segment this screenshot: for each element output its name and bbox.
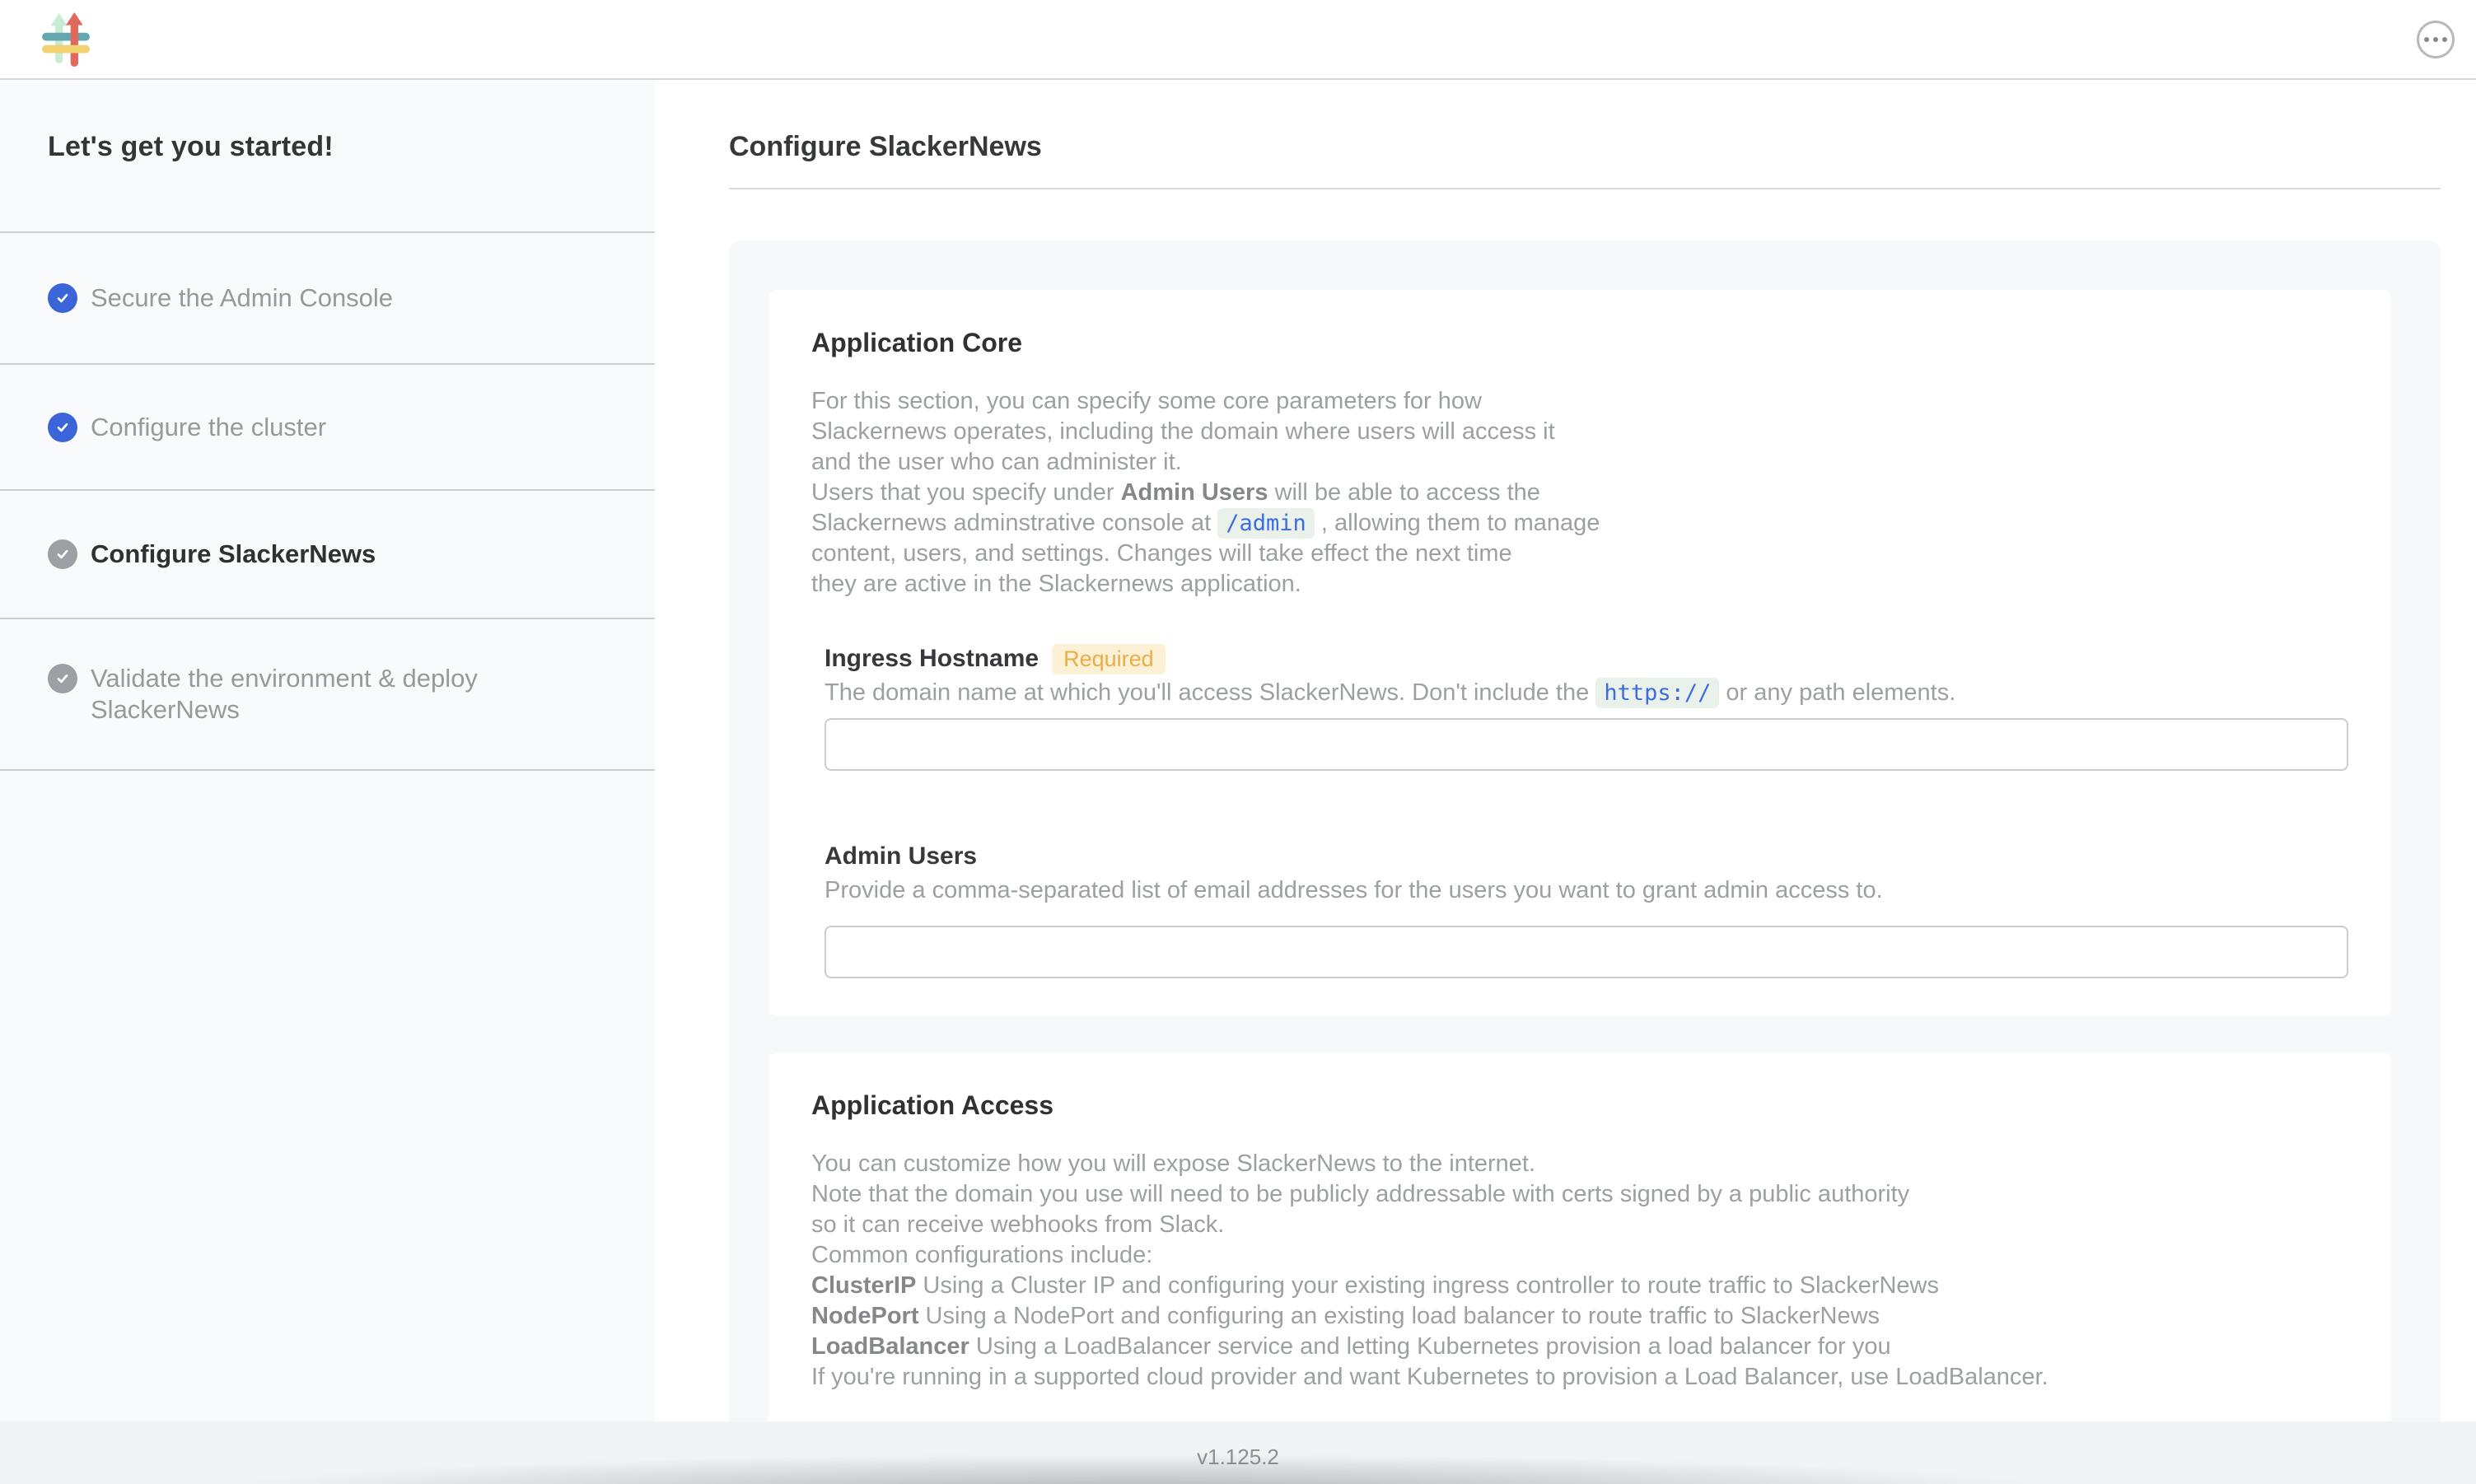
ingress-hostname-input[interactable] bbox=[825, 718, 2348, 771]
text-segment: The domain name at which you'll access S… bbox=[825, 679, 1595, 706]
ellipsis-icon bbox=[2442, 37, 2447, 42]
text-segment: Slackernews adminstrative console at bbox=[811, 510, 1217, 536]
admin-users-label: Admin Users bbox=[825, 842, 977, 870]
application-core-card: Application Core For this section, you c… bbox=[768, 290, 2391, 1016]
step-pending-check-icon bbox=[48, 664, 77, 693]
text-segment: NodePort bbox=[811, 1303, 919, 1329]
admin-users-input[interactable] bbox=[825, 926, 2348, 978]
text-segment: or any path elements. bbox=[1719, 679, 1955, 706]
text-segment: so it can receive webhooks from Slack. bbox=[811, 1211, 1224, 1238]
ingress-hostname-field-group: Ingress Hostname Required The domain nam… bbox=[825, 642, 2348, 771]
ellipsis-icon bbox=[2433, 37, 2438, 42]
text-segment: Common configurations include: bbox=[811, 1242, 1152, 1268]
text-segment: If you're running in a supported cloud p… bbox=[811, 1364, 2049, 1390]
step-complete-check-icon bbox=[48, 283, 77, 313]
text-segment: and the user who can administer it. bbox=[811, 449, 1182, 475]
step-label: Configure SlackerNews bbox=[91, 539, 376, 570]
app-window: Let's get you started! Secure the Admin … bbox=[0, 0, 2476, 1484]
step-complete-check-icon bbox=[48, 413, 77, 442]
text-segment: LoadBalancer bbox=[811, 1333, 969, 1360]
page-title: Configure SlackerNews bbox=[729, 131, 2441, 163]
sidebar-step-configure-cluster[interactable]: Configure the cluster bbox=[0, 363, 655, 489]
card-title: Application Core bbox=[811, 328, 2348, 358]
card-description: You can customize how you will expose Sl… bbox=[811, 1149, 2348, 1393]
text-segment: Using a LoadBalancer service and letting… bbox=[969, 1333, 1891, 1360]
top-navbar bbox=[0, 0, 2476, 80]
card-title: Application Access bbox=[811, 1090, 2348, 1121]
text-segment: Admin Users bbox=[1121, 479, 1268, 506]
main-content: Configure SlackerNews Application Core F… bbox=[655, 80, 2476, 1484]
card-description: For this section, you can specify some c… bbox=[811, 386, 2348, 600]
admin-users-help: Provide a comma-separated list of email … bbox=[825, 875, 2348, 906]
sidebar-step-configure-slackernews[interactable]: Configure SlackerNews bbox=[0, 489, 655, 618]
step-label: Configure the cluster bbox=[91, 412, 326, 443]
ingress-hostname-help: The domain name at which you'll access S… bbox=[825, 678, 2348, 708]
sidebar-step-secure-admin-console[interactable]: Secure the Admin Console bbox=[0, 231, 655, 363]
text-segment: Slackernews operates, including the doma… bbox=[811, 418, 1555, 445]
ingress-hostname-label: Ingress Hostname bbox=[825, 645, 1039, 673]
admin-users-field-group: Admin Users Provide a comma-separated li… bbox=[825, 840, 2348, 978]
application-access-card: Application Access You can customize how… bbox=[768, 1052, 2391, 1430]
text-segment: Provide a comma-separated list of email … bbox=[825, 877, 1883, 903]
inline-code-chip: /admin bbox=[1217, 508, 1315, 539]
slackernews-logo-icon bbox=[40, 12, 91, 67]
required-badge: Required bbox=[1052, 644, 1166, 674]
config-panel: Application Core For this section, you c… bbox=[729, 240, 2441, 1484]
setup-steps-sidebar: Let's get you started! Secure the Admin … bbox=[0, 80, 655, 1484]
text-segment: content, users, and settings. Changes wi… bbox=[811, 540, 1512, 567]
text-segment: Users that you specify under bbox=[811, 479, 1121, 506]
text-segment: For this section, you can specify some c… bbox=[811, 388, 1482, 414]
text-segment: will be able to access the bbox=[1268, 479, 1539, 506]
ellipsis-icon bbox=[2424, 37, 2429, 42]
text-segment: Using a NodePort and configuring an exis… bbox=[919, 1303, 1880, 1329]
page-body: Let's get you started! Secure the Admin … bbox=[0, 80, 2476, 1484]
inline-code-chip: https:// bbox=[1595, 678, 1719, 708]
title-divider bbox=[729, 188, 2441, 189]
text-segment: Note that the domain you use will need t… bbox=[811, 1181, 1909, 1207]
text-segment: they are active in the Slackernews appli… bbox=[811, 571, 1301, 597]
page-footer: v1.125.2 bbox=[0, 1421, 2476, 1484]
sidebar-step-validate-deploy[interactable]: Validate the environment & deploy Slacke… bbox=[0, 618, 655, 771]
step-label: Secure the Admin Console bbox=[91, 282, 393, 314]
version-label: v1.125.2 bbox=[0, 1444, 2476, 1470]
text-segment: You can customize how you will expose Sl… bbox=[811, 1150, 1535, 1177]
text-segment: ClusterIP bbox=[811, 1272, 916, 1299]
step-label: Validate the environment & deploy Slacke… bbox=[91, 663, 568, 726]
step-pending-check-icon bbox=[48, 539, 77, 569]
sidebar-title: Let's get you started! bbox=[0, 80, 655, 231]
text-segment: , allowing them to manage bbox=[1315, 510, 1600, 536]
text-segment: Using a Cluster IP and configuring your … bbox=[916, 1272, 1939, 1299]
more-options-button[interactable] bbox=[2417, 21, 2455, 58]
